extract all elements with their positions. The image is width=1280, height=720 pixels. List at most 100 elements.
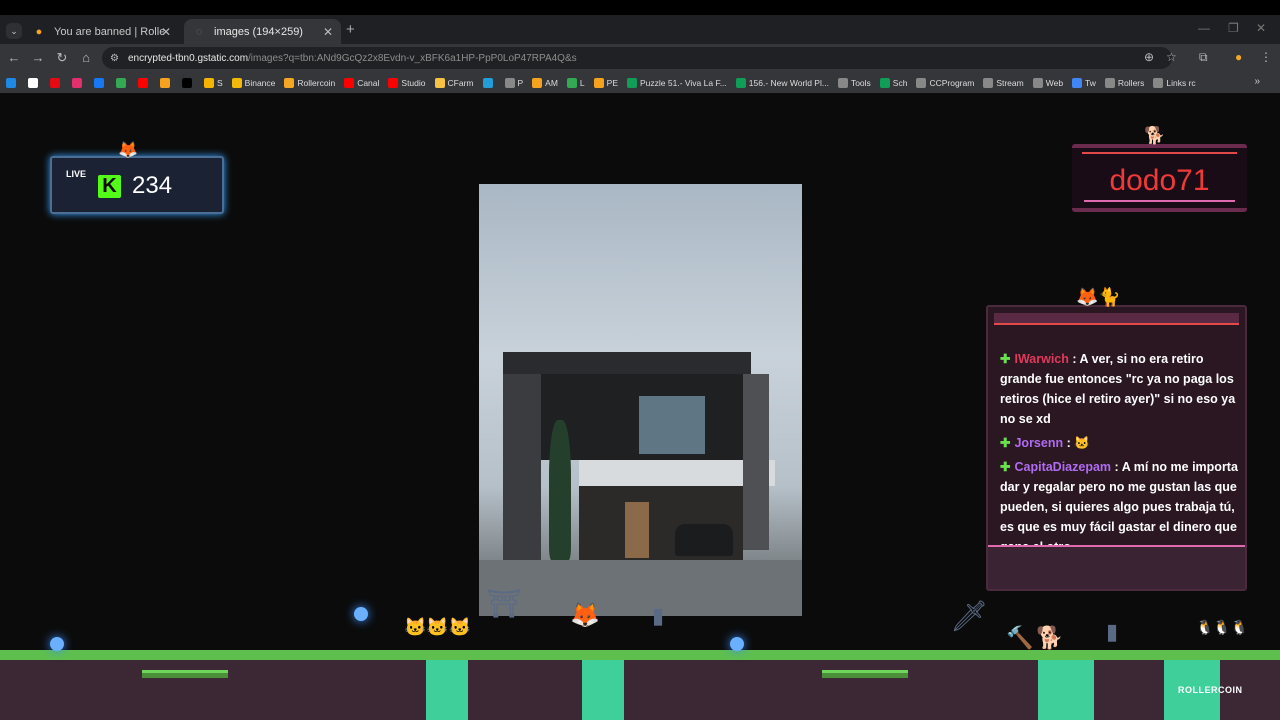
bookmark-star-icon[interactable]: ☆ <box>1166 50 1177 64</box>
tree <box>549 420 571 560</box>
bookmark-item[interactable]: P <box>504 77 523 88</box>
bookmark-item[interactable]: Canal <box>344 77 380 88</box>
bookmark-icon <box>434 77 445 88</box>
bookmark-item[interactable] <box>482 77 496 88</box>
crystal-icon <box>730 637 744 651</box>
bookmark-icon <box>1072 77 1083 88</box>
bookmark-icon <box>138 77 148 88</box>
bookmark-item[interactable]: Binance <box>231 77 276 88</box>
rollercoin-icon: ● <box>35 25 43 38</box>
more-bookmarks-icon[interactable]: » <box>1254 76 1260 87</box>
bookmark-item[interactable]: AM <box>532 77 558 88</box>
zoom-icon[interactable]: ⊕ <box>1144 50 1154 64</box>
reload-icon[interactable]: ↻ <box>54 50 70 66</box>
close-window-icon[interactable]: ✕ <box>1256 21 1266 35</box>
bookmark-icon <box>72 77 82 88</box>
extensions-icon[interactable]: ⧉ <box>1199 50 1208 65</box>
bookmark-item[interactable]: Tools <box>837 77 871 88</box>
bookmark-item[interactable]: Rollercoin <box>284 77 335 88</box>
bookmark-icon <box>837 77 848 88</box>
house-roof-slab <box>503 352 751 374</box>
bookmark-item[interactable]: Tw <box>1072 77 1096 88</box>
bookmark-item[interactable]: CFarm <box>434 77 474 88</box>
chat-user: CapitaDiazepam <box>1014 460 1112 474</box>
bookmark-icon <box>1153 77 1164 88</box>
bookmark-item[interactable]: Rollers <box>1104 77 1144 88</box>
bookmark-item[interactable]: Links rc <box>1153 77 1196 88</box>
bookmark-item[interactable]: L <box>566 77 585 88</box>
house-door <box>625 502 649 558</box>
back-icon[interactable]: ← <box>6 50 22 65</box>
bookmark-label: Tw <box>1085 77 1096 88</box>
tab-rollercoin[interactable]: ● You are banned | RollerCoin.com ✕ <box>24 19 179 44</box>
bookmark-label: L <box>579 77 585 88</box>
tab-title: images (194×259) <box>214 25 303 38</box>
new-tab-button[interactable]: + <box>346 21 355 38</box>
bookmark-icon <box>916 77 927 88</box>
bookmark-item[interactable]: Web <box>1032 77 1064 88</box>
live-label: LIVE <box>66 169 87 179</box>
bookmarks-bar: S Binance Rollercoin Canal Studio CFarm P AM L PE… <box>0 72 1280 93</box>
house-side-wall <box>743 374 769 550</box>
bookmark-label: CCProgram <box>929 77 975 88</box>
bookmark-item[interactable]: PE <box>593 77 618 88</box>
game-ground <box>0 650 1280 720</box>
rollercoin-logo: ROLLERCOIN <box>1178 685 1243 695</box>
bookmark-label: Canal <box>357 77 380 88</box>
bookmark-icon <box>735 77 746 88</box>
bookmark-item[interactable]: S <box>204 77 223 88</box>
home-icon[interactable]: ⌂ <box>78 50 94 65</box>
maximize-icon[interactable]: ❐ <box>1228 21 1239 35</box>
penguins-icon: 🐧🐧🐧 <box>1196 619 1249 635</box>
site-info-icon[interactable]: ⚙ <box>110 53 119 64</box>
bookmark-item[interactable] <box>28 77 41 88</box>
hammer-icon: 🔨 <box>1006 625 1034 650</box>
username-banner: 🐕 dodo71 <box>1072 126 1247 212</box>
menu-icon[interactable]: ⋮ <box>1260 50 1272 64</box>
bookmark-label: Links rc <box>1166 77 1196 88</box>
bookmark-item[interactable] <box>6 77 19 88</box>
minimize-icon[interactable]: — <box>1198 21 1210 35</box>
characters-icon: 🐱🐱🐱 <box>404 617 472 637</box>
plus-icon: ✚ <box>1000 352 1011 366</box>
bookmark-icon <box>983 77 994 88</box>
bookmark-item[interactable]: Studio <box>388 77 426 88</box>
address-bar[interactable]: ⚙ encrypted-tbn0.gstatic.com /images?q=t… <box>102 47 1172 69</box>
bookmark-item[interactable]: CCProgram <box>916 77 975 88</box>
bookmark-label: Tools <box>850 77 871 88</box>
browser-toolbar: ← → ↻ ⌂ ⚙ encrypted-tbn0.gstatic.com /im… <box>0 44 1280 72</box>
close-icon[interactable]: ✕ <box>161 25 171 39</box>
tab-images[interactable]: ◌ images (194×259) ✕ <box>184 19 341 44</box>
profile-avatar[interactable]: ● <box>1235 50 1242 64</box>
bookmark-item[interactable] <box>72 77 85 88</box>
bookmark-item[interactable] <box>94 77 107 88</box>
bookmark-item[interactable]: Puzzle 51.- Viva La F... <box>627 77 727 88</box>
hero-character-icon: 🦊 <box>570 602 600 629</box>
chat-message: ✚ CapitaDiazepam : A mí no me importa dar… <box>1000 457 1246 557</box>
tab-search-button[interactable]: ⌄ <box>6 23 22 39</box>
bookmark-item[interactable] <box>116 77 129 88</box>
bookmark-item[interactable]: 156.- New World Pl... <box>735 77 829 88</box>
chat-user: Jorsenn <box>1014 436 1064 450</box>
bookmark-item[interactable] <box>50 77 63 88</box>
water-pit <box>426 660 468 720</box>
bookmark-icon <box>532 77 543 88</box>
bookmark-label: Studio <box>401 77 426 88</box>
image-icon: ◌ <box>195 25 203 38</box>
bookmark-item[interactable] <box>160 77 173 88</box>
bookmark-label: Binance <box>244 77 276 88</box>
forward-icon[interactable]: → <box>30 50 46 65</box>
close-icon[interactable]: ✕ <box>323 25 333 39</box>
bookmark-item[interactable] <box>138 77 151 88</box>
chat-message: ✚ Jorsenn : 🐱 <box>1000 433 1246 453</box>
bookmark-label: Web <box>1045 77 1064 88</box>
bookmark-item[interactable] <box>182 77 195 88</box>
dog-pet-icon: 🐕 <box>1144 126 1166 145</box>
bookmark-item[interactable]: Sch <box>879 77 907 88</box>
grass-platform <box>822 670 908 678</box>
url-host: encrypted-tbn0.gstatic.com <box>127 52 249 64</box>
bookmark-icon <box>50 77 60 88</box>
bookmark-icon <box>1032 77 1043 88</box>
bookmark-item[interactable]: Stream <box>983 77 1024 88</box>
water-pit <box>582 660 624 720</box>
